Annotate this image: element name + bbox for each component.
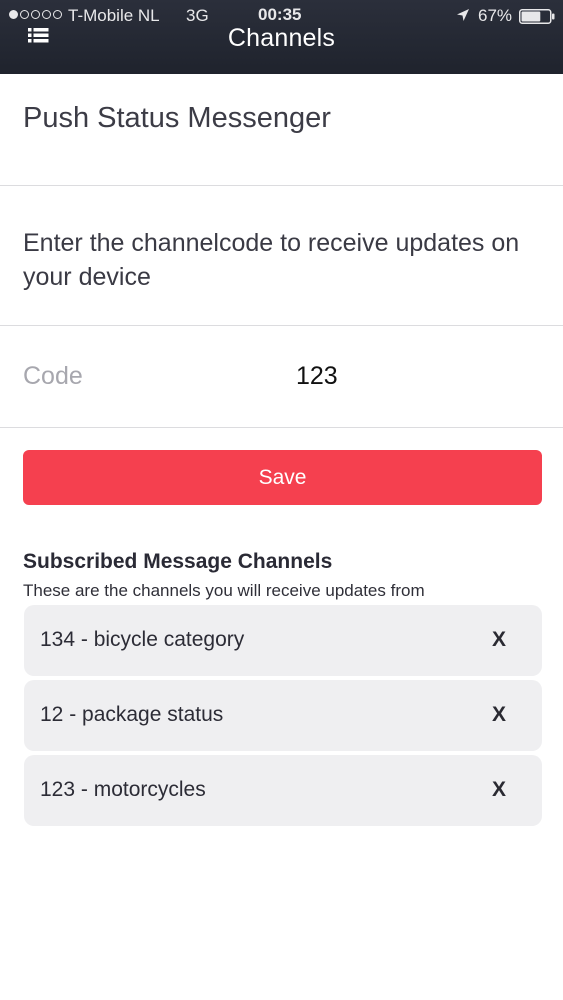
remove-channel-button[interactable]: X — [484, 775, 514, 805]
battery-icon — [519, 9, 555, 24]
channel-label: 123 - motorcycles — [40, 778, 206, 801]
network-type: 3G — [186, 6, 209, 25]
app-title: Push Status Messenger — [23, 102, 331, 134]
channel-list: 134 - bicycle category X 12 - package st… — [24, 605, 542, 830]
divider — [0, 427, 563, 428]
channel-item: 12 - package status X — [24, 680, 542, 751]
signal-dot — [20, 10, 29, 19]
divider — [0, 325, 563, 326]
location-arrow-icon — [457, 9, 469, 21]
subscribed-section-title: Subscribed Message Channels — [23, 550, 333, 573]
channel-label: 12 - package status — [40, 703, 224, 726]
status-time: 00:35 — [258, 5, 302, 24]
signal-dot — [31, 10, 40, 19]
carrier-name: T-Mobile NL — [68, 6, 160, 25]
top-bar: T-Mobile NL 3G 00:35 67% Channels — [0, 0, 563, 74]
remove-channel-button[interactable]: X — [484, 625, 514, 655]
instruction-text: Enter the channelcode to receive updates… — [23, 229, 520, 291]
code-input[interactable] — [290, 356, 530, 396]
signal-dot — [42, 10, 51, 19]
battery-percent: 67% — [478, 6, 513, 25]
page-title: Channels — [227, 24, 336, 52]
channel-label: 134 - bicycle category — [40, 628, 245, 651]
subscribed-section-subtitle: These are the channels you will receive … — [23, 581, 425, 600]
signal-dots-icon — [9, 10, 62, 19]
signal-dot — [53, 10, 62, 19]
remove-channel-button[interactable]: X — [484, 700, 514, 730]
divider — [0, 185, 563, 186]
signal-dot — [9, 10, 18, 19]
channel-item: 123 - motorcycles X — [24, 755, 542, 826]
code-label: Code — [23, 362, 83, 390]
save-button[interactable]: Save — [23, 450, 542, 505]
channel-item: 134 - bicycle category X — [24, 605, 542, 676]
